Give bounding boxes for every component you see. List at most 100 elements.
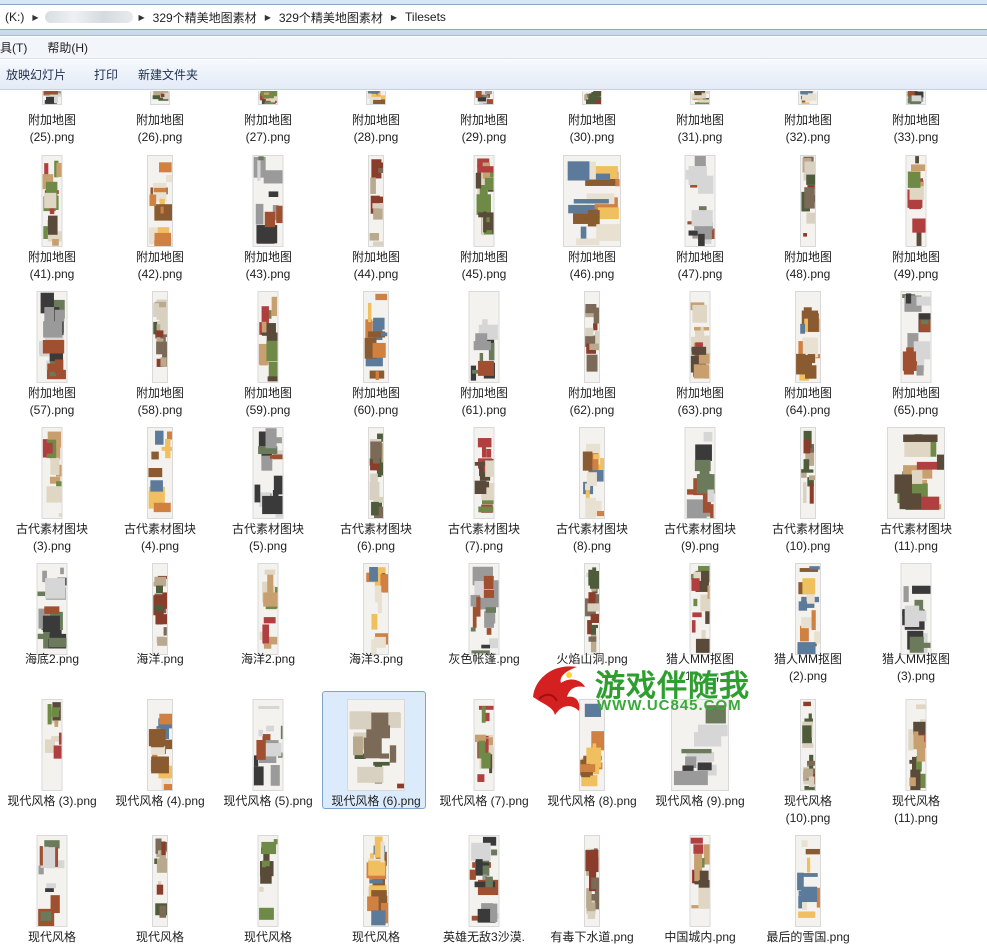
file-item[interactable]: 附加地图 (57).png	[0, 287, 104, 421]
file-item[interactable]: 古代 (1	[972, 423, 987, 557]
file-item[interactable]: 灰色帐篷.png	[432, 559, 536, 687]
file-name: 附加地图 (29).png	[459, 113, 508, 144]
file-item[interactable]: 古代素材图块 (7).png	[432, 423, 536, 557]
file-item[interactable]: 附加地图 (47).png	[648, 151, 752, 285]
file-item[interactable]: 海底2.png	[0, 559, 104, 687]
chevron-right-icon[interactable]: ▶	[389, 13, 399, 22]
file-item[interactable]: 古代素材图块 (8).png	[540, 423, 644, 557]
file-item[interactable]: 现代风格	[0, 831, 104, 945]
address-box[interactable]: (K:) ▶ ▶ 329个精美地图素材 ▶ 329个精美地图素材 ▶ Tiles…	[0, 4, 987, 30]
file-item[interactable]: 附加地图 (49).png	[864, 151, 968, 285]
file-item[interactable]: 附加地图 (58).png	[108, 287, 212, 421]
file-item[interactable]: 附加地图 (62).png	[540, 287, 644, 421]
file-item[interactable]: 现代风格 (3).png	[0, 695, 104, 829]
drive-crumb[interactable]: (K:)	[0, 10, 30, 24]
file-item[interactable]: 附加地图 (33).png	[864, 91, 968, 148]
file-thumbnail	[363, 835, 389, 927]
crumb-2[interactable]: 329个精美地图素材	[273, 9, 389, 26]
file-item[interactable]: 附加地图 (30).png	[540, 91, 644, 148]
chevron-right-icon[interactable]: ▶	[263, 13, 273, 22]
file-item[interactable]: 有毒下水道.png	[540, 831, 644, 945]
file-item[interactable]: 附加地图 (63).png	[648, 287, 752, 421]
file-item[interactable]: 附加地图 (42).png	[108, 151, 212, 285]
file-item[interactable]: 现代风格	[324, 831, 428, 945]
file-item[interactable]: 最后的雪国.png	[756, 831, 860, 945]
file-thumbnail	[152, 835, 168, 927]
chevron-right-icon[interactable]: ▶	[137, 13, 147, 22]
file-item[interactable]: 中国城内.png	[648, 831, 752, 945]
file-item[interactable]: 现 (1	[972, 695, 987, 829]
file-thumbnail	[152, 291, 168, 383]
file-item[interactable]: 现代风格 (5).png	[216, 695, 320, 829]
file-item[interactable]: 内景	[972, 559, 987, 687]
file-item[interactable]: 附加地图 (32).png	[756, 91, 860, 148]
file-name: 古代素材图块 (6).png	[339, 522, 412, 553]
file-item[interactable]: 附 (5	[972, 151, 987, 285]
file-name: 附加地图 (59).png	[243, 386, 292, 417]
file-item[interactable]: 附加地图 (41).png	[0, 151, 104, 285]
file-thumbnail	[363, 563, 389, 655]
file-item[interactable]: 古代素材图块 (10).png	[756, 423, 860, 557]
file-name: 古代素材图块 (7).png	[447, 522, 520, 553]
file-item[interactable]: 附加地图 (65).png	[864, 287, 968, 421]
file-thumbnail	[36, 835, 68, 927]
menu-tools[interactable]: 具(T)	[0, 39, 33, 56]
file-item[interactable]: 附加地图 (60).png	[324, 287, 428, 421]
file-list[interactable]: 附加地图 (25).png 附加地图 (26).png 附加地图 (27).png 附…	[0, 91, 987, 945]
file-item[interactable]: 附加地图 (27).png	[216, 91, 320, 148]
file-name: 附加地图 (44).png	[351, 250, 400, 281]
crumb-1[interactable]: 329个精美地图素材	[147, 9, 263, 26]
file-item[interactable]: 古代素材图块 (9).png	[648, 423, 752, 557]
file-item[interactable]: 附加地图 (44).png	[324, 151, 428, 285]
file-thumbnail	[795, 291, 821, 383]
file-item[interactable]: 海洋3.png	[324, 559, 428, 687]
file-item[interactable]: 附加地图 (61).png	[432, 287, 536, 421]
file-item[interactable]: 附加地图 (43).png	[216, 151, 320, 285]
file-name: 现代风格 (4).png	[115, 794, 205, 808]
menu-help[interactable]: 帮助(H)	[33, 39, 94, 56]
file-item[interactable]: 现代风格 (4).png	[108, 695, 212, 829]
slideshow-button[interactable]: 放映幻灯片	[0, 64, 80, 86]
print-button[interactable]: 打印	[88, 64, 132, 86]
file-name: 灰色帐篷.png	[448, 652, 520, 666]
file-item[interactable]: 猎人MM抠图 (3).png	[864, 559, 968, 687]
file-item[interactable]: 古代素材图块 (5).png	[216, 423, 320, 557]
file-item[interactable]: 现代风格	[108, 831, 212, 945]
file-item[interactable]: 附加地图 (29).png	[432, 91, 536, 148]
file-name: 现 (1	[972, 793, 987, 827]
chevron-right-icon[interactable]: ▶	[30, 13, 40, 22]
file-name: 现代风格 (5).png	[223, 794, 313, 808]
file-item[interactable]: 附加地图 (26).png	[108, 91, 212, 148]
file-thumbnail	[258, 91, 278, 105]
file-item[interactable]: 附加地图 (31).png	[648, 91, 752, 148]
file-name: 附加地图 (58).png	[135, 386, 184, 417]
file-item[interactable]: 现代风格 (11).png	[864, 695, 968, 829]
file-item[interactable]: 附加地图 (48).png	[756, 151, 860, 285]
file-item[interactable]: 古代素材图块 (11).png	[864, 423, 968, 557]
file-item[interactable]: 海洋2.png	[216, 559, 320, 687]
file-item[interactable]: 附 (6	[972, 287, 987, 421]
file-item[interactable]: 古代素材图块 (4).png	[108, 423, 212, 557]
file-name: 古代素材图块 (8).png	[555, 522, 628, 553]
file-item[interactable]: 现代风格	[216, 831, 320, 945]
file-name: 附加地图 (25).png	[27, 113, 76, 144]
file-item[interactable]: 附加地图 (46).png	[540, 151, 644, 285]
new-folder-button[interactable]: 新建文件夹	[132, 64, 212, 86]
file-item[interactable]: 古代素材图块 (6).png	[324, 423, 428, 557]
file-item[interactable]: 海洋.png	[108, 559, 212, 687]
file-item[interactable]: 附加地图 (45).png	[432, 151, 536, 285]
file-item[interactable]: 现代风格 (7).png	[432, 695, 536, 829]
file-item[interactable]: (3	[972, 91, 987, 148]
file-item[interactable]: 英雄无敌3沙漠.	[432, 831, 536, 945]
file-name: 附加地图 (64).png	[783, 386, 832, 417]
file-item[interactable]: 附加地图 (59).png	[216, 287, 320, 421]
file-name: 海洋3.png	[348, 652, 404, 666]
file-item[interactable]: 附加地图 (25).png	[0, 91, 104, 148]
crumb-3[interactable]: Tilesets	[399, 10, 452, 24]
file-thumbnail	[584, 835, 600, 927]
file-item[interactable]: 附加地图 (64).png	[756, 287, 860, 421]
file-item[interactable]: 现代风格 (6).png	[322, 691, 428, 829]
watermark-url: WWW.UC845.COM	[597, 697, 742, 714]
file-item[interactable]: 古代素材图块 (3).png	[0, 423, 104, 557]
file-item[interactable]: 附加地图 (28).png	[324, 91, 428, 148]
